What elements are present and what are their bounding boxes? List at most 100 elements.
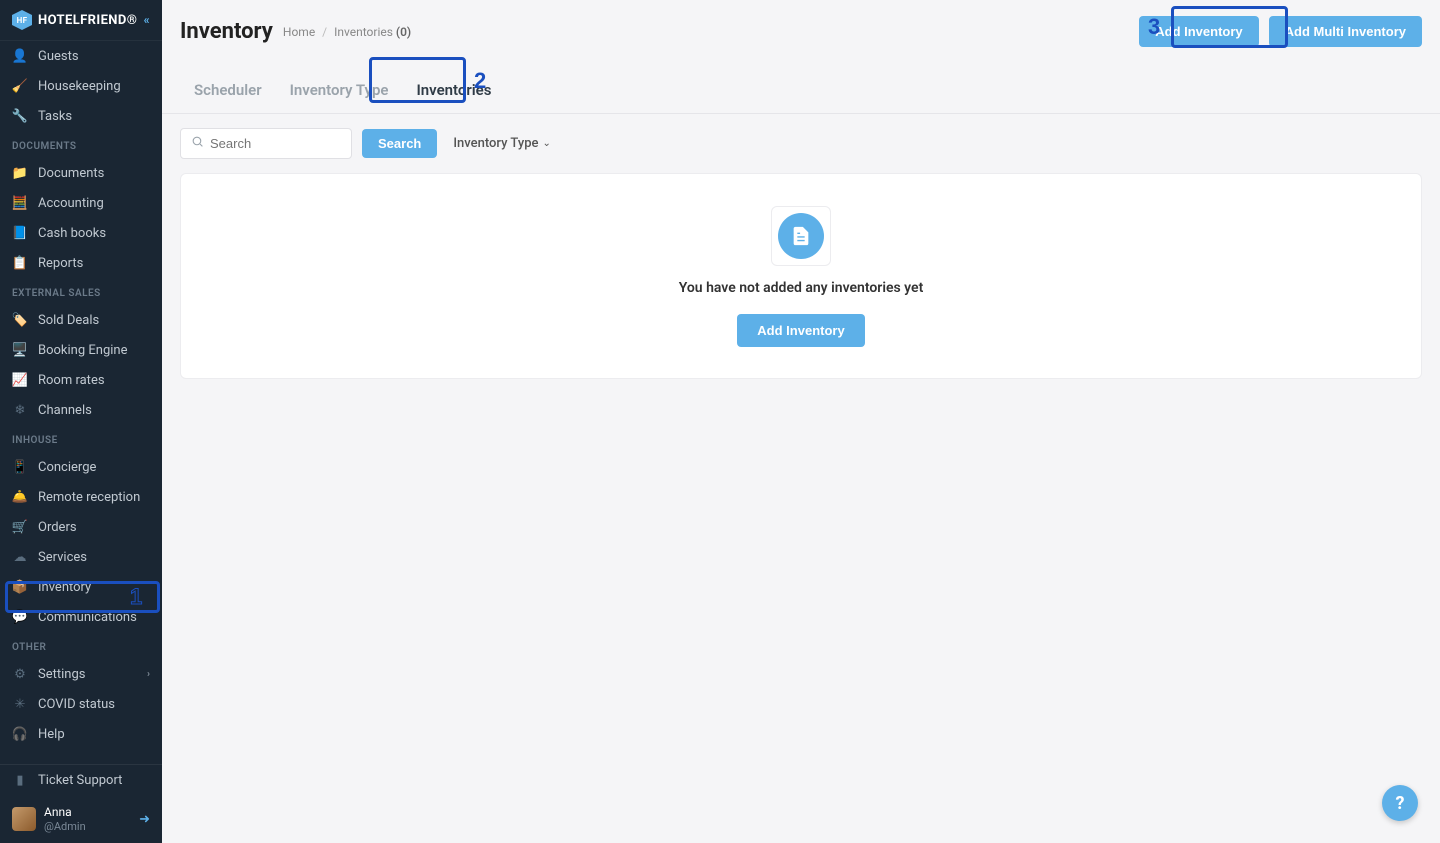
- sidebar: HOTELFRIEND® « 👤 Guests 🧹 Housekeeping 🔧…: [0, 0, 162, 843]
- clipboard-icon: 📋: [12, 255, 28, 271]
- chevron-right-icon: ›: [147, 669, 150, 680]
- search-input[interactable]: [210, 136, 341, 151]
- bell-icon: 🛎️: [12, 489, 28, 505]
- page-title: Inventory: [180, 19, 273, 44]
- header-actions: Add Inventory Add Multi Inventory: [1139, 16, 1422, 47]
- sidebar-item-orders[interactable]: 🛒 Orders: [0, 512, 162, 542]
- housekeeping-icon: 🧹: [12, 78, 28, 94]
- inventory-type-filter[interactable]: Inventory Type ⌄: [447, 129, 557, 158]
- main-content: Inventory Home / Inventories (0) Add Inv…: [162, 0, 1440, 843]
- sidebar-item-label: Accounting: [38, 196, 104, 211]
- sidebar-item-label: Room rates: [38, 373, 105, 388]
- sidebar-item-channels[interactable]: ❄ Channels: [0, 395, 162, 425]
- monitor-icon: 🖥️: [12, 342, 28, 358]
- sidebar-item-label: Remote reception: [38, 490, 140, 505]
- document-icon: [778, 213, 824, 259]
- empty-icon-box: [771, 206, 831, 266]
- breadcrumb: Home / Inventories (0): [283, 25, 411, 39]
- sidebar-item-label: COVID status: [38, 697, 115, 712]
- sidebar-item-label: Tasks: [38, 109, 72, 124]
- sidebar-item-label: Guests: [38, 49, 79, 64]
- inventory-icon: 📦: [12, 579, 28, 595]
- chart-icon: 📈: [12, 372, 28, 388]
- sidebar-item-booking-engine[interactable]: 🖥️ Booking Engine: [0, 335, 162, 365]
- logo-icon: [12, 10, 32, 30]
- collapse-icon[interactable]: «: [144, 13, 150, 27]
- tabs: Scheduler Inventory Type Inventories: [162, 67, 1440, 114]
- user-role: @Admin: [44, 820, 86, 833]
- page-header: Inventory Home / Inventories (0) Add Inv…: [162, 0, 1440, 55]
- sidebar-item-label: Services: [38, 550, 87, 565]
- virus-icon: ✳: [12, 696, 28, 712]
- sidebar-item-remote-reception[interactable]: 🛎️ Remote reception: [0, 482, 162, 512]
- sidebar-item-covid-status[interactable]: ✳ COVID status: [0, 689, 162, 719]
- logout-icon[interactable]: ➜: [139, 812, 150, 827]
- cloud-icon: ☁: [12, 549, 28, 565]
- user-block[interactable]: Anna @Admin ➜: [0, 795, 162, 843]
- sidebar-item-label: Inventory: [38, 580, 91, 595]
- sidebar-item-concierge[interactable]: 📱 Concierge: [0, 452, 162, 482]
- sidebar-item-label: Ticket Support: [38, 773, 122, 788]
- sidebar-item-services[interactable]: ☁ Services: [0, 542, 162, 572]
- sidebar-bottom: ▮ Ticket Support Anna @Admin ➜: [0, 764, 162, 843]
- breadcrumb-home[interactable]: Home: [283, 25, 315, 39]
- wrench-icon: 🔧: [12, 108, 28, 124]
- sidebar-item-settings[interactable]: ⚙ Settings ›: [0, 659, 162, 689]
- sidebar-item-label: Help: [38, 727, 65, 742]
- sidebar-header: HOTELFRIEND® «: [0, 0, 162, 41]
- sidebar-item-reports[interactable]: 📋 Reports: [0, 248, 162, 278]
- sidebar-item-guests[interactable]: 👤 Guests: [0, 41, 162, 71]
- tab-inventories[interactable]: Inventories: [402, 67, 505, 113]
- tab-inventory-type[interactable]: Inventory Type: [276, 67, 403, 113]
- sidebar-item-documents[interactable]: 📁 Documents: [0, 158, 162, 188]
- section-other: OTHER: [0, 632, 162, 659]
- sidebar-item-housekeeping[interactable]: 🧹 Housekeeping: [0, 71, 162, 101]
- tab-scheduler[interactable]: Scheduler: [180, 67, 276, 113]
- add-inventory-button[interactable]: Add Inventory: [1139, 16, 1258, 47]
- sidebar-item-room-rates[interactable]: 📈 Room rates: [0, 365, 162, 395]
- sidebar-item-label: Sold Deals: [38, 313, 99, 328]
- sidebar-item-label: Booking Engine: [38, 343, 127, 358]
- tag-icon: 🏷️: [12, 312, 28, 328]
- breadcrumb-count: (0): [396, 25, 411, 39]
- user-text: Anna @Admin: [44, 805, 86, 833]
- phone-icon: 📱: [12, 459, 28, 475]
- help-fab[interactable]: ?: [1382, 785, 1418, 821]
- search-icon: [191, 135, 204, 152]
- user-icon: 👤: [12, 48, 28, 64]
- add-multi-inventory-button[interactable]: Add Multi Inventory: [1269, 16, 1422, 47]
- sidebar-item-label: Settings: [38, 667, 85, 682]
- sidebar-item-sold-deals[interactable]: 🏷️ Sold Deals: [0, 305, 162, 335]
- sidebar-item-ticket-support[interactable]: ▮ Ticket Support: [0, 765, 162, 795]
- toolbar: Search Inventory Type ⌄: [162, 114, 1440, 173]
- empty-state-card: You have not added any inventories yet A…: [180, 173, 1422, 379]
- sidebar-item-inventory[interactable]: 📦 Inventory: [0, 572, 162, 602]
- user-name: Anna: [44, 805, 86, 819]
- breadcrumb-inventories[interactable]: Inventories: [334, 25, 393, 39]
- empty-add-inventory-button[interactable]: Add Inventory: [737, 314, 864, 347]
- book-icon: 📘: [12, 225, 28, 241]
- sidebar-item-accounting[interactable]: 🧮 Accounting: [0, 188, 162, 218]
- gear-icon: ⚙: [12, 666, 28, 682]
- channels-icon: ❄: [12, 402, 28, 418]
- sidebar-item-help[interactable]: 🎧 Help: [0, 719, 162, 749]
- sidebar-item-label: Communications: [38, 610, 137, 625]
- app-root: HOTELFRIEND® « 👤 Guests 🧹 Housekeeping 🔧…: [0, 0, 1440, 843]
- ticket-icon: ▮: [12, 772, 28, 788]
- accounting-icon: 🧮: [12, 195, 28, 211]
- sidebar-item-label: Documents: [38, 166, 104, 181]
- breadcrumb-sep: /: [322, 25, 327, 39]
- sidebar-item-communications[interactable]: 💬 Communications: [0, 602, 162, 632]
- sidebar-item-cash-books[interactable]: 📘 Cash books: [0, 218, 162, 248]
- sidebar-item-label: Reports: [38, 256, 83, 271]
- search-box[interactable]: [180, 128, 352, 159]
- section-inhouse: INHOUSE: [0, 425, 162, 452]
- sidebar-item-label: Orders: [38, 520, 77, 535]
- avatar: [12, 807, 36, 831]
- chat-icon: 💬: [12, 609, 28, 625]
- search-button[interactable]: Search: [362, 129, 437, 158]
- sidebar-item-tasks[interactable]: 🔧 Tasks: [0, 101, 162, 131]
- headset-icon: 🎧: [12, 726, 28, 742]
- cart-icon: 🛒: [12, 519, 28, 535]
- sidebar-item-label: Concierge: [38, 460, 96, 475]
